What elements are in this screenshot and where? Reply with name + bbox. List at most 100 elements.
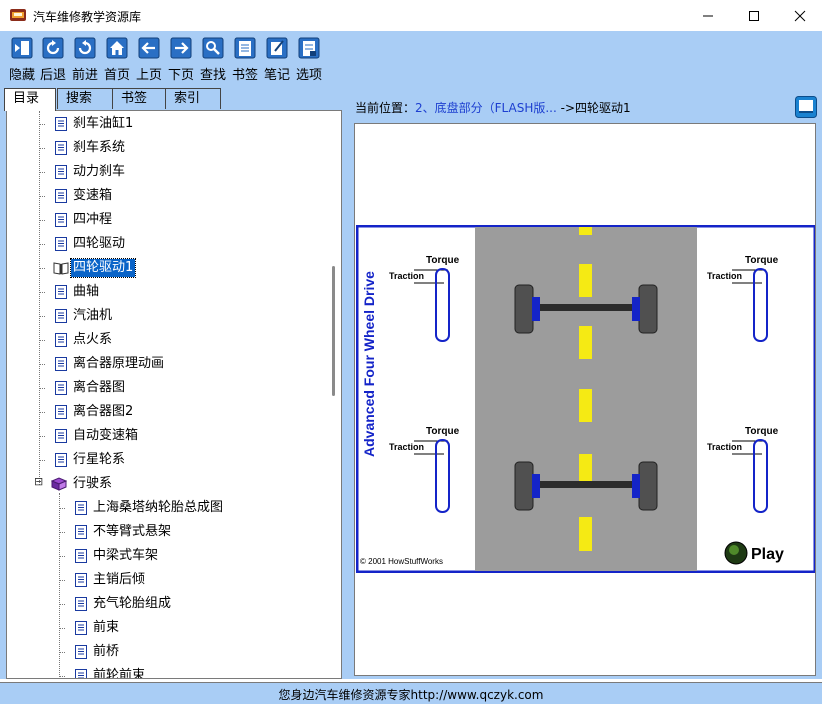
tree-item[interactable]: 刹车系统 — [7, 137, 327, 159]
tree-item-label: 中梁式车架 — [93, 548, 159, 563]
forward-icon — [74, 37, 96, 59]
tree-item[interactable]: 自动变速箱 — [7, 425, 327, 447]
page-icon — [53, 164, 69, 180]
tree-item-label: 离合器图 — [73, 380, 126, 395]
tree-branch-line — [39, 412, 45, 413]
tree-item[interactable]: 充气轮胎组成 — [7, 593, 327, 615]
page-icon — [53, 116, 69, 132]
tree-scrollbar-thumb[interactable] — [332, 266, 335, 396]
tree-item-label: 点火系 — [73, 332, 113, 347]
tree-item[interactable]: 前轮前束 — [7, 665, 327, 678]
search-icon — [202, 37, 224, 59]
tree-item-label: 行驶系 — [73, 476, 113, 491]
tree-item[interactable]: 前束 — [7, 617, 327, 639]
page-icon — [53, 356, 69, 372]
page-icon — [73, 644, 89, 660]
tree-branch-line — [39, 124, 45, 125]
page-icon — [53, 188, 69, 204]
torque-label-fl: Torque — [426, 255, 460, 266]
tree-item[interactable]: 中梁式车架 — [7, 545, 327, 567]
tree-branch-line — [59, 508, 65, 509]
tab-search[interactable]: 搜索 — [57, 88, 113, 109]
four-wheel-drive-animation[interactable]: Advanced Four Wheel Drive Torque Tractio… — [356, 225, 816, 573]
tree-item[interactable]: 点火系 — [7, 329, 327, 351]
page-icon — [53, 428, 69, 444]
minimize-button[interactable] — [685, 0, 731, 31]
home-icon — [106, 37, 128, 59]
tree-item-label: 前桥 — [93, 644, 120, 659]
options-button[interactable]: 选项 — [293, 37, 325, 83]
tree-item-label: 四轮驱动1 — [69, 258, 137, 278]
tree-item[interactable]: 离合器图 — [7, 377, 327, 399]
bookmark-icon — [234, 37, 256, 59]
window-title: 汽车维修教学资源库 — [33, 10, 142, 24]
tree-item[interactable]: 四轮驱动 — [7, 233, 327, 255]
tab-contents[interactable]: 目录 — [4, 88, 56, 111]
maximize-button[interactable] — [731, 0, 777, 31]
tree-item[interactable]: 行星轮系 — [7, 449, 327, 471]
tree-item-label: 不等臂式悬架 — [93, 524, 172, 539]
tree-branch-line — [39, 196, 45, 197]
tree-item-label: 离合器图2 — [73, 404, 134, 419]
tree-item[interactable]: 四轮驱动1 — [7, 257, 327, 279]
tree-item[interactable]: 汽油机 — [7, 305, 327, 327]
tree-item-label: 四轮驱动 — [73, 236, 126, 251]
contents-tree-box: 刹车油缸1 刹车系统 动力刹车变速箱四冲程四轮驱动四轮驱动1 曲轴 汽油机点火系离合器原… — [6, 110, 342, 679]
tree-scrollbar[interactable] — [327, 111, 341, 678]
tree-item-label: 变速箱 — [73, 188, 113, 203]
close-button[interactable] — [777, 0, 822, 31]
tree-item[interactable]: 动力刹车 — [7, 161, 327, 183]
breadcrumb: 当前位置：2、底盘部分（FLASH版... ->四轮驱动1 — [355, 99, 631, 116]
tree-item-label: 充气轮胎组成 — [93, 596, 172, 611]
tree-item[interactable]: 不等臂式悬架 — [7, 521, 327, 543]
tree-branch-line — [39, 268, 45, 269]
toolbar: 隐藏 后退 前进 首页 上页 下页 查找 书签 笔记 选项 — [0, 31, 822, 85]
page-icon — [53, 404, 69, 420]
back-icon — [42, 37, 64, 59]
fullscreen-icon[interactable] — [795, 96, 817, 118]
page-icon — [73, 572, 89, 588]
minimize-icon — [703, 15, 713, 16]
page-icon — [53, 284, 69, 300]
status-bar: 您身边汽车维修资源专家http://www.qczyk.com — [0, 682, 822, 704]
nav-tabs: 目录 搜索 书签 索引 — [4, 88, 344, 111]
options-icon — [298, 37, 320, 59]
tree-branch-line — [59, 532, 65, 533]
tree-item[interactable]: 前桥 — [7, 641, 327, 663]
tree-branch-line — [39, 244, 45, 245]
page-icon — [73, 668, 89, 678]
open-book-icon — [53, 260, 69, 276]
tree-item[interactable]: 上海桑塔纳轮胎总成图 — [7, 497, 327, 519]
tree-item[interactable]: 四冲程 — [7, 209, 327, 231]
tree-item[interactable]: 主销后倾 — [7, 569, 327, 591]
tree-branch-line — [39, 316, 45, 317]
torque-label-rl: Torque — [426, 426, 460, 437]
tree-item[interactable]: 曲轴 — [7, 281, 327, 303]
tab-index[interactable]: 索引 — [165, 88, 221, 109]
navigation-pane: 目录 搜索 书签 索引 刹车油缸1 刹车系统 动力刹车变速箱四冲程四轮驱动四轮驱动1… — [0, 85, 348, 679]
hide-icon — [11, 37, 33, 59]
tree-item-label: 主销后倾 — [93, 572, 146, 587]
page-icon — [53, 308, 69, 324]
content-pane: 当前位置：2、底盘部分（FLASH版... ->四轮驱动1 Advanced F… — [348, 85, 822, 679]
tree-item[interactable]: 离合器图2 — [7, 401, 327, 423]
tree-branch-line — [59, 556, 65, 557]
traction-label-rl: Traction — [389, 442, 424, 452]
torque-label-fr: Torque — [745, 255, 779, 266]
contents-tree[interactable]: 刹车油缸1 刹车系统 动力刹车变速箱四冲程四轮驱动四轮驱动1 曲轴 汽油机点火系离合器原… — [7, 111, 327, 678]
page-icon — [73, 596, 89, 612]
collapse-toggle[interactable]: ⊟ — [34, 475, 43, 488]
tree-item[interactable]: 刹车油缸1 — [7, 113, 327, 135]
play-button[interactable]: Play — [724, 541, 784, 565]
tree-item-label: 前束 — [93, 620, 120, 635]
play-label: Play — [751, 546, 784, 563]
close-icon — [794, 10, 806, 21]
page-icon — [73, 500, 89, 516]
tab-bookmarks[interactable]: 书签 — [112, 88, 166, 109]
animation-title: Advanced Four Wheel Drive — [361, 271, 377, 457]
maximize-icon — [749, 10, 759, 21]
tree-item[interactable]: 变速箱 — [7, 185, 327, 207]
tree-folder[interactable]: ⊟ 行驶系 — [7, 473, 327, 495]
breadcrumb-path-link[interactable]: 2、底盘部分（FLASH版... — [415, 101, 557, 115]
tree-item[interactable]: 离合器原理动画 — [7, 353, 327, 375]
